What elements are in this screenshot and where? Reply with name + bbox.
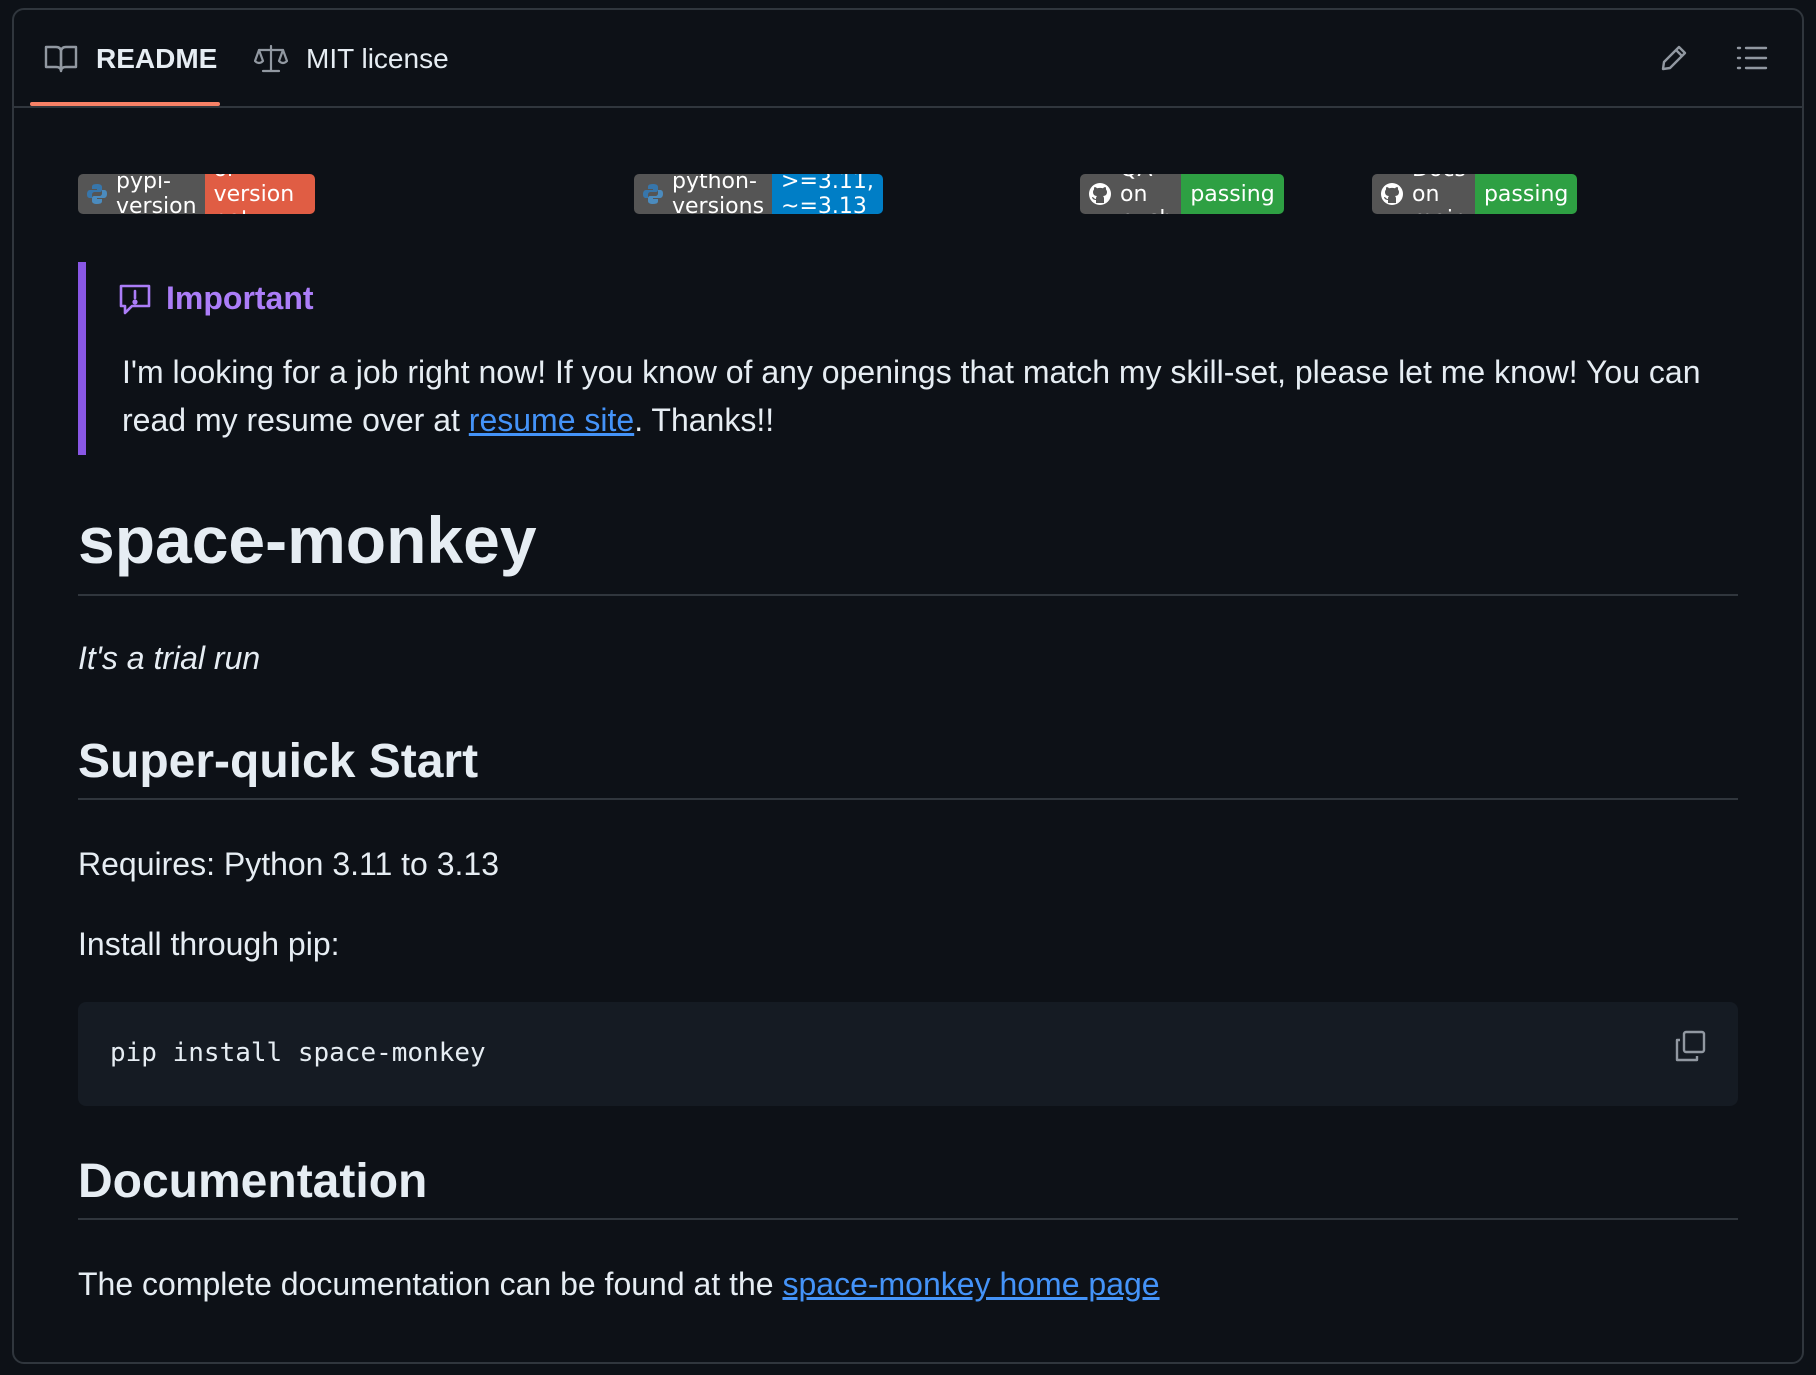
tab-license-label: MIT license	[306, 43, 449, 74]
copy-button[interactable]	[1670, 1028, 1710, 1068]
readme-tabbar: README MIT license	[14, 10, 1802, 108]
tab-readme-label: README	[96, 43, 218, 74]
outline-button[interactable]	[1732, 40, 1772, 80]
badge-value: >=3.11, ~=3.13	[772, 174, 883, 214]
documentation-heading: Documentation	[78, 1155, 428, 1208]
badge-docs-on-main[interactable]: Docs on main passing	[1372, 174, 1578, 214]
quickstart-heading: Super-quick Start	[78, 735, 479, 788]
resume-site-link[interactable]: resume site	[469, 402, 634, 438]
home-page-link[interactable]: space-monkey home page	[782, 1266, 1159, 1302]
badge-qa-on-push[interactable]: QA on push passing	[1080, 174, 1284, 214]
install-label: Install through pip:	[78, 926, 340, 962]
documentation-divider	[78, 1218, 1738, 1220]
python-icon	[642, 183, 664, 205]
tab-readme[interactable]: README	[44, 10, 217, 108]
active-tab-indicator	[30, 102, 220, 106]
tab-mit-license[interactable]: MIT license	[254, 10, 449, 108]
alert-title: Important	[118, 280, 314, 317]
list-icon	[1736, 44, 1768, 76]
copy-icon	[1673, 1029, 1707, 1067]
book-icon	[44, 44, 78, 74]
install-command: pip install space-monkey	[110, 1038, 486, 1068]
badge-label: QA on push	[1080, 174, 1182, 214]
quickstart-divider	[78, 798, 1738, 800]
title-divider	[78, 594, 1738, 596]
tagline: It's a trial run	[78, 640, 261, 676]
badge-python-versions[interactable]: python-versions >=3.11, ~=3.13	[634, 174, 883, 214]
badge-label: pypi-version	[78, 174, 205, 214]
edit-file-button[interactable]	[1654, 40, 1694, 80]
badge-label: python-versions	[634, 174, 773, 214]
requirements-text: Requires: Python 3.11 to 3.13	[78, 846, 500, 882]
pencil-icon	[1659, 43, 1689, 77]
python-icon	[86, 183, 108, 205]
documentation-text: The complete documentation can be found …	[78, 1266, 1160, 1302]
badge-value: passing	[1474, 174, 1578, 214]
badge-label: Docs on main	[1372, 174, 1475, 214]
badge-value: passing	[1181, 174, 1284, 214]
project-title: space-monkey	[78, 503, 537, 577]
badge-pypi-version[interactable]: pypi-version package or version not foun…	[78, 174, 316, 214]
readme-panel: README MIT license pypi-version version …	[12, 8, 1804, 1364]
github-icon	[1088, 182, 1112, 206]
scale-icon	[254, 44, 288, 74]
code-block: pip install space-monkey	[78, 1002, 1738, 1106]
alert-message: I'm looking for a job right now! If you …	[122, 354, 1701, 438]
badge-value: package or version not found	[204, 174, 316, 214]
important-alert: Important I'm looking for a job right no…	[78, 262, 1700, 455]
github-icon	[1380, 182, 1404, 206]
report-icon	[118, 282, 152, 316]
